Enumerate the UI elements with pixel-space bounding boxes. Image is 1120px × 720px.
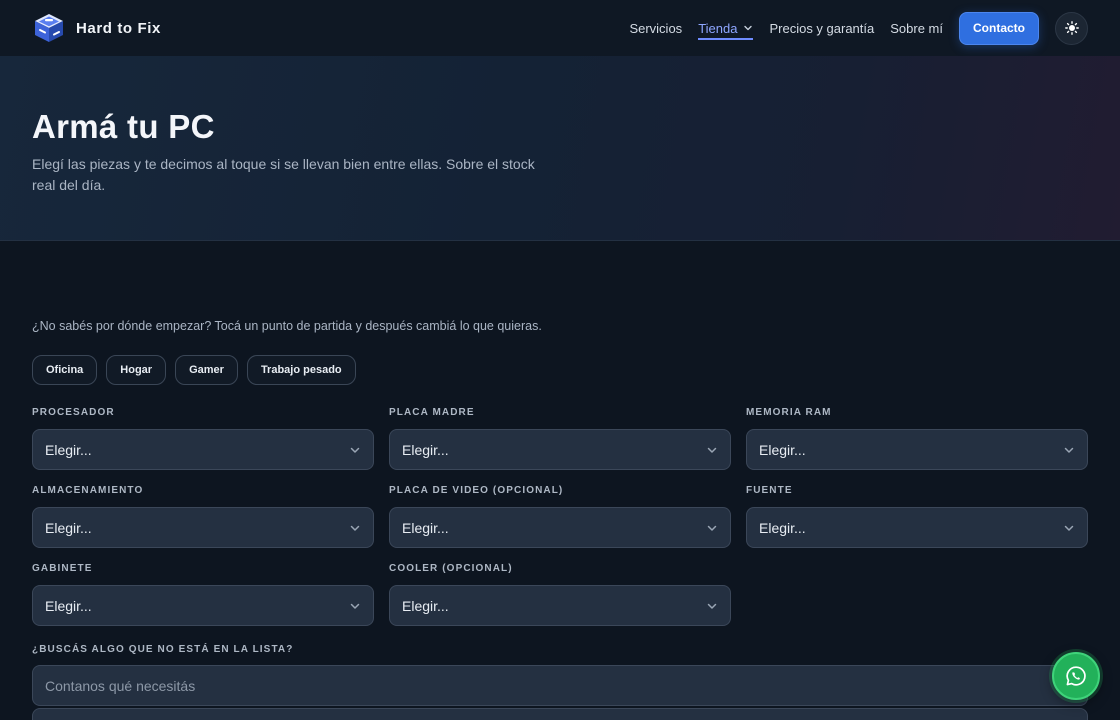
- theme-toggle-button[interactable]: [1055, 11, 1088, 45]
- field-label: FUENTE: [746, 485, 793, 496]
- field-label: ALMACENAMIENTO: [32, 485, 144, 496]
- field-placa-de-video: PLACA DE VIDEO (OPCIONAL) Elegir...: [389, 484, 731, 548]
- brand-name: Hard to Fix: [76, 19, 161, 37]
- select-value: Elegir...: [402, 519, 449, 536]
- select-value: Elegir...: [45, 441, 92, 458]
- main-nav: Servicios Tienda Precios y garantía Sobr…: [629, 11, 1088, 45]
- chevron-down-icon: [350, 603, 360, 609]
- chevron-down-icon: [1064, 525, 1074, 531]
- select-value: Elegir...: [759, 519, 806, 536]
- nav-item-label: Servicios: [629, 20, 683, 36]
- next-field-partial[interactable]: [32, 708, 1088, 720]
- placa-de-video-select[interactable]: Elegir...: [389, 507, 731, 548]
- chevron-down-icon: [707, 525, 717, 531]
- preset-hogar-button[interactable]: Hogar: [106, 355, 167, 385]
- field-cooler: COOLER (OPCIONAL) Elegir...: [389, 562, 731, 626]
- nav-item-label: Sobre mí: [890, 20, 943, 36]
- gabinete-select[interactable]: Elegir...: [32, 585, 374, 626]
- nav-item-label: Precios y garantía: [769, 20, 875, 36]
- preset-intro: ¿No sabés por dónde empezar? Tocá un pun…: [32, 319, 542, 333]
- select-value: Elegir...: [759, 441, 806, 458]
- field-label: PLACA DE VIDEO (OPCIONAL): [389, 485, 564, 496]
- page-title: Armá tu PC: [32, 108, 215, 145]
- placa-madre-select[interactable]: Elegir...: [389, 429, 731, 470]
- whatsapp-icon: [1066, 666, 1086, 686]
- brand[interactable]: Hard to Fix: [32, 11, 161, 45]
- select-value: Elegir...: [45, 519, 92, 536]
- field-label: PROCESADOR: [32, 407, 115, 418]
- memoria-ram-select[interactable]: Elegir...: [746, 429, 1088, 470]
- page-subtitle: Elegí las piezas y te decimos al toque s…: [32, 156, 535, 193]
- field-label: PLACA MADRE: [389, 407, 475, 418]
- nav-item-servicios[interactable]: Servicios: [629, 21, 682, 36]
- field-procesador: PROCESADOR Elegir...: [32, 406, 374, 470]
- chevron-down-icon: [744, 25, 753, 31]
- procesador-select[interactable]: Elegir...: [32, 429, 374, 470]
- page: Hard to Fix Servicios Tienda Precios y g…: [0, 0, 1120, 720]
- contact-button[interactable]: Contacto: [959, 11, 1039, 45]
- whatsapp-button[interactable]: [1052, 652, 1100, 700]
- field-label: GABINETE: [32, 563, 93, 574]
- cooler-select[interactable]: Elegir...: [389, 585, 731, 626]
- nav-item-sobre-mi[interactable]: Sobre mí: [890, 21, 943, 36]
- field-placa-madre: PLACA MADRE Elegir...: [389, 406, 731, 470]
- select-value: Elegir...: [402, 441, 449, 458]
- field-label: COOLER (OPCIONAL): [389, 563, 513, 574]
- site-header: Hard to Fix Servicios Tienda Precios y g…: [0, 0, 1120, 56]
- field-gabinete: GABINETE Elegir...: [32, 562, 374, 626]
- almacenamiento-select[interactable]: Elegir...: [32, 507, 374, 548]
- field-memoria-ram: MEMORIA RAM Elegir...: [746, 406, 1088, 470]
- field-label: MEMORIA RAM: [746, 407, 832, 418]
- sun-icon: [1064, 21, 1079, 35]
- extra-request-input[interactable]: [32, 665, 1088, 706]
- chevron-down-icon: [707, 603, 717, 609]
- extra-request-label: ¿BUSCÁS ALGO QUE NO ESTÁ EN LA LISTA?: [32, 644, 294, 655]
- select-value: Elegir...: [402, 597, 449, 614]
- chevron-down-icon: [707, 447, 717, 453]
- preset-gamer-button[interactable]: Gamer: [175, 355, 238, 385]
- hero: Armá tu PC Elegí las piezas y te decimos…: [0, 56, 1120, 241]
- nav-item-label: Tienda: [698, 20, 738, 36]
- chevron-down-icon: [1064, 447, 1074, 453]
- chevron-down-icon: [350, 525, 360, 531]
- nav-item-tienda[interactable]: Tienda: [698, 20, 754, 40]
- cube-wrench-icon: [35, 14, 63, 42]
- fuente-select[interactable]: Elegir...: [746, 507, 1088, 548]
- chevron-down-icon: [350, 447, 360, 453]
- preset-group: Oficina Hogar Gamer Trabajo pesado: [32, 355, 356, 385]
- select-value: Elegir...: [45, 597, 92, 614]
- nav-item-precios[interactable]: Precios y garantía: [769, 21, 874, 36]
- field-almacenamiento: ALMACENAMIENTO Elegir...: [32, 484, 374, 548]
- preset-oficina-button[interactable]: Oficina: [32, 355, 98, 385]
- field-fuente: FUENTE Elegir...: [746, 484, 1088, 548]
- preset-trabajo-pesado-button[interactable]: Trabajo pesado: [246, 355, 356, 385]
